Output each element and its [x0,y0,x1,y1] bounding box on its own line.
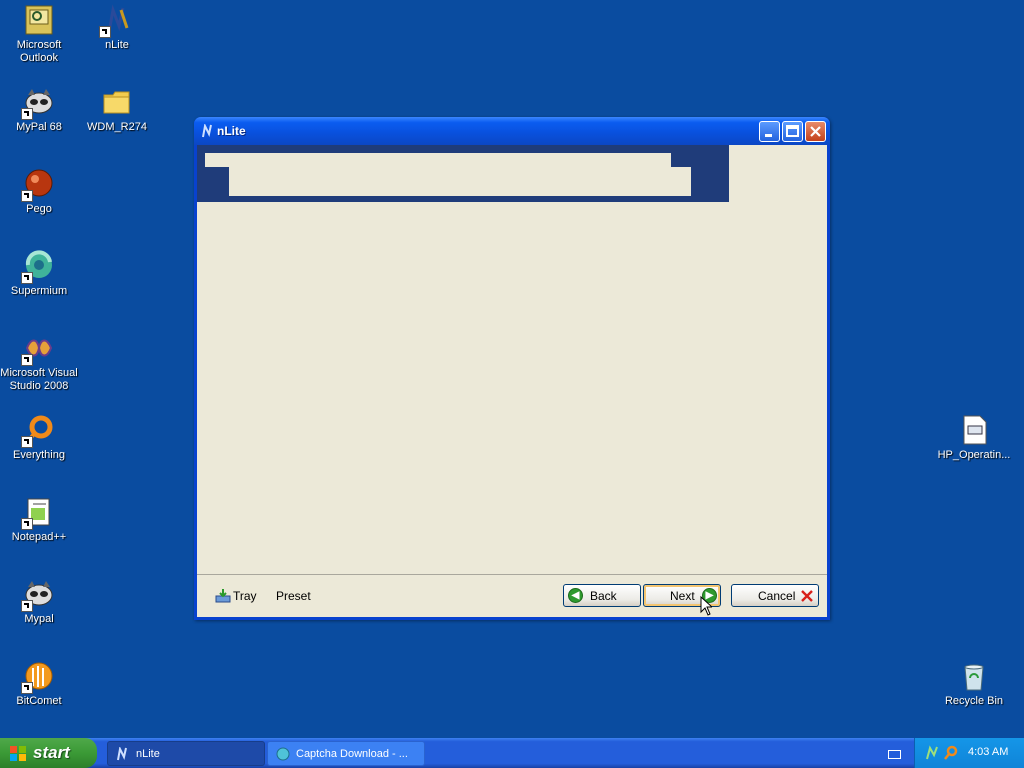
desktop-icon-label: WDM_R274 [87,121,147,133]
close-button[interactable] [805,121,826,142]
recycle-bin-icon [958,660,990,692]
desktop-icon-wdm-r274[interactable]: WDM_R274 [78,86,156,134]
back-arrow-icon: ◀ [568,588,583,603]
back-button[interactable]: ◀ Back [563,584,641,607]
taskbar: start nLite Captcha Download - ... 4:03 … [0,738,1024,768]
taskbar-item-captcha-download[interactable]: Captcha Download - ... [267,741,425,766]
desktop-icon-label: HP_Operatin... [937,449,1011,461]
window-client-area: Tray Preset ◀ Back Next ▶ Cancel [197,145,827,617]
shortcut-arrow-icon [21,682,33,694]
desktop-icon-label: MyPal 68 [16,121,62,133]
shortcut-arrow-icon [21,436,33,448]
search-tray-icon[interactable] [943,745,959,766]
tray-label: Tray [233,589,257,603]
tray-button[interactable]: Tray [215,589,257,603]
cancel-x-icon [800,589,814,606]
shortcut-arrow-icon [21,108,33,120]
wizard-bottom-bar: Tray Preset ◀ Back Next ▶ Cancel [197,574,827,617]
clock[interactable]: 4:03 AM [968,746,1008,758]
shortcut-arrow-icon [21,190,33,202]
shortcut-arrow-icon [21,600,33,612]
desktop-icon-label: Supermium [10,285,68,297]
maximize-button[interactable] [782,121,803,142]
desktop-icon-recycle-bin[interactable]: Recycle Bin [935,660,1013,708]
desktop-icon-label: Everything [13,449,65,461]
taskbar-item-label: nLite [136,748,160,760]
desktop-icon-nlite[interactable]: nLite [78,4,156,52]
mypal-icon [21,86,55,120]
taskbar-item-nlite[interactable]: nLite [107,741,265,766]
desktop-icon-microsoft-outlook[interactable]: Microsoft Outlook [0,4,78,65]
desktop-icon-supermium[interactable]: Supermium [0,250,78,298]
bitcomet-icon [21,660,55,694]
preset-button[interactable]: Preset [276,589,311,603]
notepadpp-icon [21,496,55,530]
desktop-icon-mypal[interactable]: Mypal [0,578,78,626]
pego-icon [21,168,55,202]
desktop-icon-label: Recycle Bin [944,695,1004,707]
title-bar[interactable]: nLite [194,117,830,145]
desktop-icon-label: Microsoft Visual Studio 2008 [0,367,78,392]
desktop-icon-label: nLite [105,39,129,51]
outlook-icon [23,4,55,36]
network-icon[interactable] [924,745,940,766]
desktop-icon-bitcomet[interactable]: BitComet [0,660,78,708]
keyboard-icon[interactable] [888,750,901,759]
nlite-icon [116,745,130,761]
desktop-icon-label: Pego [26,203,52,215]
nlite-window: nLite Tray Preset ◀ Back Next ▶ Cancel [194,117,830,620]
banner-title-area [205,153,671,167]
shortcut-arrow-icon [21,272,33,284]
next-label: Next [670,589,695,603]
browser-icon [276,747,290,761]
start-button[interactable]: start [0,738,97,768]
cancel-label: Cancel [758,589,796,603]
desktop-icon-everything[interactable]: Everything [0,414,78,462]
start-label: start [33,743,70,762]
shortcut-arrow-icon [21,354,33,366]
everything-icon [21,414,55,448]
visual-studio-icon [21,332,55,366]
system-tray: 4:03 AM [914,738,1024,768]
back-label: Back [590,589,617,603]
desktop-icon-visual-studio-2008[interactable]: Microsoft Visual Studio 2008 [0,332,78,393]
window-title: nLite [217,124,246,138]
desktop-icon-label: Mypal [24,613,54,625]
desktop-icon-notepad-plus-plus[interactable]: Notepad++ [0,496,78,544]
folder-icon [101,86,133,118]
banner-subtitle-area [229,167,691,196]
nlite-icon [201,122,215,138]
desktop-icon-label: Notepad++ [11,531,67,543]
shortcut-arrow-icon [21,518,33,530]
document-icon [958,414,990,446]
desktop-icon-pego[interactable]: Pego [0,168,78,216]
mouse-cursor-icon [700,595,714,616]
header-banner [197,145,729,202]
desktop-icon-label: Microsoft Outlook [16,39,62,64]
minimize-button[interactable] [759,121,780,142]
mypal-icon [21,578,55,612]
taskbar-item-label: Captcha Download - ... [296,748,408,760]
tray-icon [215,589,231,603]
cancel-button[interactable]: Cancel [731,584,819,607]
shortcut-arrow-icon [99,26,111,38]
windows-logo-icon [9,745,27,762]
supermium-icon [21,250,55,284]
desktop-icon-label: BitComet [16,695,62,707]
desktop-icon-mypal-68[interactable]: MyPal 68 [0,86,78,134]
nlite-icon [99,4,133,38]
desktop-icon-hp-operating[interactable]: HP_Operatin... [935,414,1013,462]
